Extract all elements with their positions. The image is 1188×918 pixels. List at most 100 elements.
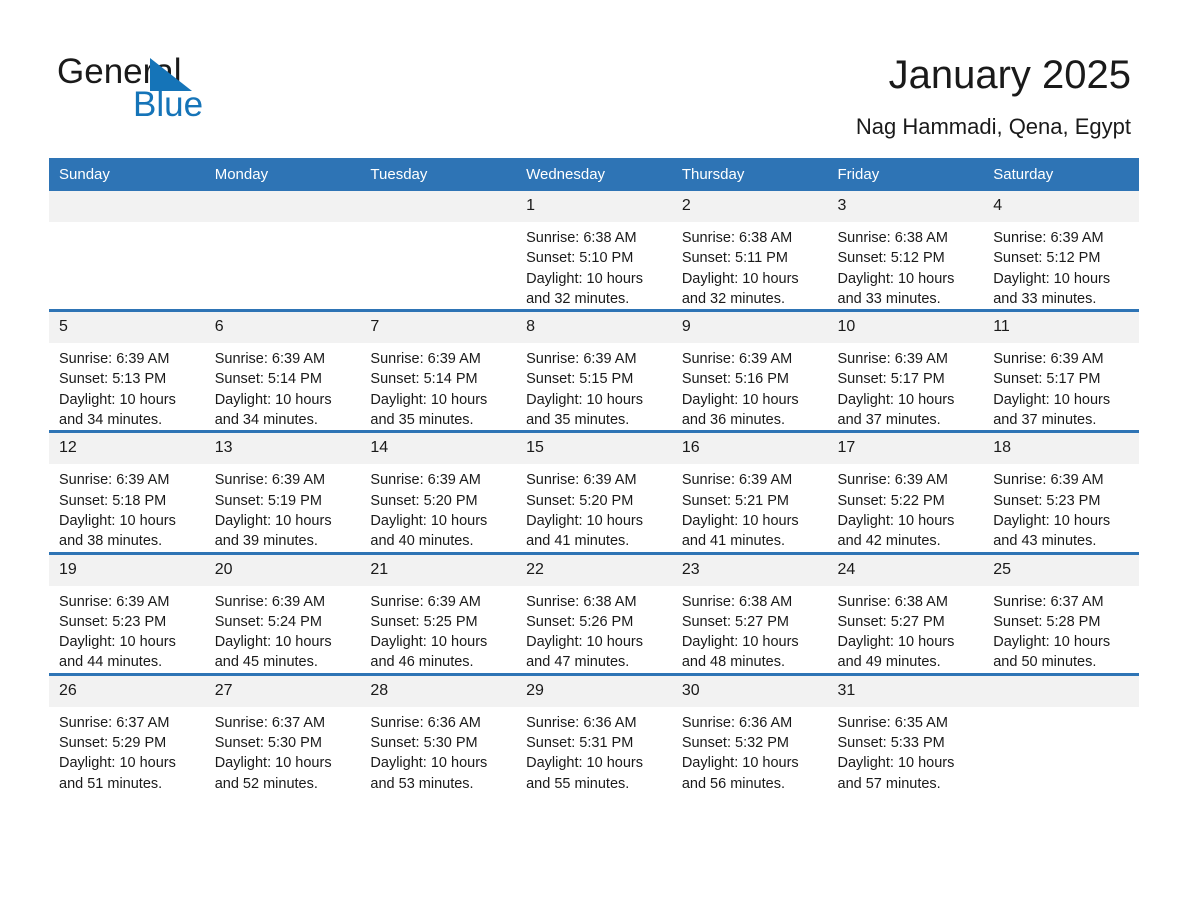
calendar-day-cell[interactable]: 11 Sunrise: 6:39 AM Sunset: 5:17 PM Dayligh… (983, 309, 1139, 432)
daylight-text-line1: Daylight: 10 hours (681, 755, 799, 772)
day-info: Sunrise: 6:36 AM Sunset: 5:31 PM Daylight:… (516, 707, 672, 794)
day-number: 14 (360, 433, 517, 465)
calendar-day-cell[interactable]: 15 Sunrise: 6:39 AM Sunset: 5:20 PM Dayligh… (516, 430, 672, 554)
sunrise-text: Sunrise: 6:39 AM (681, 351, 793, 368)
calendar-day-cell-empty (204, 191, 361, 311)
daylight-text-line2: and 56 minutes. (681, 775, 785, 792)
calendar-day-cell[interactable]: 17 Sunrise: 6:39 AM Sunset: 5:22 PM Dayligh… (827, 430, 984, 554)
calendar-day-cell[interactable]: 26 Sunrise: 6:37 AM Sunset: 5:29 PM Dayligh… (49, 672, 205, 794)
calendar-day-cell[interactable]: 12 Sunrise: 6:39 AM Sunset: 5:18 PM Dayligh… (49, 430, 205, 554)
day-number: 4 (983, 191, 1139, 222)
calendar-day-cell[interactable]: 6 Sunrise: 6:39 AM Sunset: 5:14 PM Daylight… (204, 309, 361, 432)
daylight-text-line2: and 42 minutes. (837, 533, 941, 550)
day-info: Sunrise: 6:38 AM Sunset: 5:11 PM Daylight:… (672, 222, 828, 309)
calendar-day-cell[interactable]: 30 Sunrise: 6:36 AM Sunset: 5:32 PM Dayligh… (671, 672, 828, 794)
day-number: 10 (827, 312, 984, 344)
daylight-text-line1: Daylight: 10 hours (993, 512, 1111, 529)
sunset-text: Sunset: 5:15 PM (526, 371, 634, 388)
day-number (204, 191, 361, 222)
day-info: Sunrise: 6:39 AM Sunset: 5:22 PM Daylight:… (828, 464, 984, 551)
daylight-text-line1: Daylight: 10 hours (214, 512, 332, 529)
logo-text-blue: Blue (133, 85, 204, 124)
calendar-day-cell[interactable]: 20 Sunrise: 6:39 AM Sunset: 5:24 PM Dayligh… (204, 551, 361, 675)
calendar-day-cell[interactable]: 5 Sunrise: 6:39 AM Sunset: 5:13 PM Daylight… (49, 309, 205, 432)
calendar-day-cell[interactable]: 4 Sunrise: 6:39 AM Sunset: 5:12 PM Daylight… (983, 191, 1139, 311)
daylight-text-line1: Daylight: 10 hours (214, 391, 332, 408)
day-number: 18 (983, 433, 1139, 465)
sunset-text: Sunset: 5:18 PM (59, 492, 167, 509)
day-number: 13 (204, 433, 361, 465)
weekday-header-tuesday: Tuesday (360, 158, 517, 191)
calendar-day-cell[interactable]: 7 Sunrise: 6:39 AM Sunset: 5:14 PM Daylight… (360, 309, 517, 432)
calendar-day-cell[interactable]: 28 Sunrise: 6:36 AM Sunset: 5:30 PM Dayligh… (360, 672, 517, 794)
calendar-day-cell[interactable]: 1 Sunrise: 6:38 AM Sunset: 5:10 PM Daylight… (516, 191, 672, 311)
calendar-week-row: 5 Sunrise: 6:39 AM Sunset: 5:13 PM Daylight… (49, 309, 1139, 432)
calendar-day-cell[interactable]: 22 Sunrise: 6:38 AM Sunset: 5:26 PM Dayligh… (516, 551, 672, 675)
calendar-day-cell[interactable]: 8 Sunrise: 6:39 AM Sunset: 5:15 PM Daylight… (516, 309, 672, 432)
calendar-day-cell[interactable]: 21 Sunrise: 6:39 AM Sunset: 5:25 PM Dayligh… (360, 551, 517, 675)
day-number (360, 191, 517, 222)
calendar-day-cell[interactable]: 31 Sunrise: 6:35 AM Sunset: 5:33 PM Dayligh… (827, 672, 984, 794)
calendar-day-cell[interactable]: 3 Sunrise: 6:38 AM Sunset: 5:12 PM Daylight… (827, 191, 984, 311)
sunset-text: Sunset: 5:13 PM (59, 371, 167, 388)
daylight-text-line2: and 47 minutes. (526, 654, 630, 671)
weekday-header-friday: Friday (827, 158, 984, 191)
day-number (49, 191, 205, 222)
daylight-text-line2: and 51 minutes. (59, 775, 163, 792)
daylight-text-line2: and 41 minutes. (526, 533, 630, 550)
day-number: 26 (49, 675, 205, 707)
sunset-text: Sunset: 5:31 PM (526, 735, 634, 752)
calendar-day-cell[interactable]: 25 Sunrise: 6:37 AM Sunset: 5:28 PM Dayligh… (983, 551, 1139, 675)
calendar-day-cell[interactable]: 10 Sunrise: 6:39 AM Sunset: 5:17 PM Dayligh… (827, 309, 984, 432)
daylight-text-line1: Daylight: 10 hours (370, 391, 488, 408)
sunrise-text: Sunrise: 6:35 AM (837, 714, 948, 731)
calendar-day-cell[interactable]: 2 Sunrise: 6:38 AM Sunset: 5:11 PM Daylight… (671, 191, 828, 311)
sunset-text: Sunset: 5:14 PM (214, 371, 322, 388)
day-number: 3 (827, 191, 984, 222)
day-number: 9 (671, 312, 828, 344)
calendar-day-cell[interactable]: 13 Sunrise: 6:39 AM Sunset: 5:19 PM Dayligh… (204, 430, 361, 554)
calendar-week-row: 12 Sunrise: 6:39 AM Sunset: 5:18 PM Dayligh… (49, 430, 1139, 554)
calendar-day-cell[interactable]: 14 Sunrise: 6:39 AM Sunset: 5:20 PM Dayligh… (360, 430, 517, 554)
location-subtitle: Nag Hammadi, Qena, Egypt (855, 114, 1131, 139)
daylight-text-line2: and 43 minutes. (993, 533, 1097, 550)
day-info: Sunrise: 6:39 AM Sunset: 5:17 PM Daylight:… (828, 343, 984, 430)
day-number: 31 (827, 675, 984, 707)
sunrise-text: Sunrise: 6:39 AM (59, 593, 170, 610)
general-blue-logo[interactable]: General Blue (57, 52, 357, 132)
calendar-day-cell[interactable]: 27 Sunrise: 6:37 AM Sunset: 5:30 PM Dayligh… (204, 672, 361, 794)
sunset-text: Sunset: 5:30 PM (214, 735, 322, 752)
sunrise-text: Sunrise: 6:38 AM (837, 230, 948, 246)
calendar-day-cell[interactable]: 24 Sunrise: 6:38 AM Sunset: 5:27 PM Dayligh… (827, 551, 984, 675)
calendar-day-cell[interactable]: 18 Sunrise: 6:39 AM Sunset: 5:23 PM Dayligh… (983, 430, 1139, 554)
calendar-day-cell-empty (49, 191, 205, 311)
day-number: 1 (516, 191, 672, 222)
day-info: Sunrise: 6:39 AM Sunset: 5:14 PM Daylight:… (360, 343, 516, 430)
day-number: 16 (671, 433, 828, 465)
daylight-text-line2: and 37 minutes. (837, 412, 941, 429)
daylight-text-line2: and 49 minutes. (837, 654, 941, 671)
day-number: 30 (671, 675, 828, 707)
daylight-text-line2: and 32 minutes. (681, 290, 785, 307)
day-number: 15 (516, 433, 672, 465)
calendar-page: General Blue January 2025 Nag Hammadi, Q… (0, 0, 1188, 918)
daylight-text-line2: and 57 minutes. (837, 775, 941, 792)
daylight-text-line2: and 41 minutes. (681, 533, 785, 550)
calendar-day-cell[interactable]: 19 Sunrise: 6:39 AM Sunset: 5:23 PM Dayligh… (49, 551, 205, 675)
daylight-text-line1: Daylight: 10 hours (837, 634, 955, 651)
calendar-day-cell[interactable]: 29 Sunrise: 6:36 AM Sunset: 5:31 PM Dayligh… (516, 672, 672, 794)
calendar-day-cell[interactable]: 9 Sunrise: 6:39 AM Sunset: 5:16 PM Daylight… (671, 309, 828, 432)
sunrise-text: Sunrise: 6:39 AM (993, 472, 1104, 489)
calendar-table: Sunday Monday Tuesday Wednesday Thursday… (49, 158, 1139, 794)
daylight-text-line1: Daylight: 10 hours (370, 755, 488, 772)
page-header: General Blue January 2025 Nag Hammadi, Q… (0, 0, 1188, 155)
daylight-text-line1: Daylight: 10 hours (837, 755, 955, 772)
sunrise-text: Sunrise: 6:36 AM (681, 714, 793, 731)
daylight-text-line2: and 35 minutes. (526, 412, 630, 429)
daylight-text-line1: Daylight: 10 hours (370, 512, 488, 529)
daylight-text-line1: Daylight: 10 hours (370, 634, 488, 651)
calendar-day-cell[interactable]: 16 Sunrise: 6:39 AM Sunset: 5:21 PM Dayligh… (671, 430, 828, 554)
sunrise-text: Sunrise: 6:37 AM (59, 714, 170, 731)
weekday-header-sunday: Sunday (49, 158, 205, 191)
calendar-day-cell[interactable]: 23 Sunrise: 6:38 AM Sunset: 5:27 PM Dayligh… (671, 551, 828, 675)
